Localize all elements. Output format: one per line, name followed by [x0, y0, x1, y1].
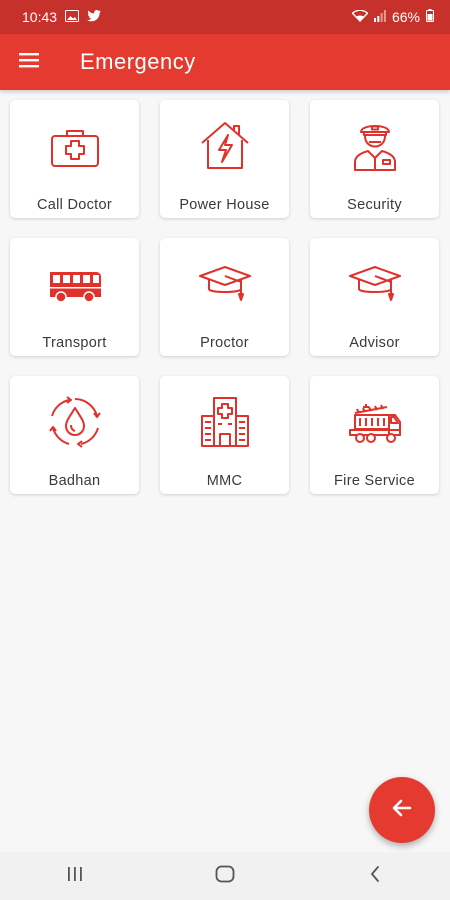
card-advisor[interactable]: Advisor	[310, 238, 439, 356]
page-title: Emergency	[80, 49, 196, 74]
card-label: Fire Service	[334, 473, 415, 489]
app-bar: Emergency	[0, 34, 450, 90]
power-house-icon	[160, 118, 289, 174]
card-transport[interactable]: Transport	[10, 238, 139, 356]
status-time: 10:43	[22, 9, 58, 25]
card-label: Call Doctor	[36, 197, 112, 213]
card-security[interactable]: Security	[310, 100, 439, 218]
emergency-grid: Call Doctor Power House Security Transpo…	[10, 100, 440, 494]
home-icon	[215, 865, 235, 888]
status-bar: 10:43 66%	[0, 0, 450, 34]
chevron-left-icon	[369, 865, 381, 888]
graduation-cap-icon	[310, 256, 439, 312]
arrow-left-icon	[391, 797, 413, 824]
hamburger-menu-icon	[19, 52, 41, 73]
card-label: MMC	[206, 473, 243, 489]
graduation-cap-icon	[160, 256, 289, 312]
menu-button[interactable]	[0, 34, 60, 90]
back-fab-button[interactable]	[369, 777, 435, 843]
twitter-icon	[87, 9, 102, 25]
first-aid-kit-icon	[10, 118, 139, 174]
card-label: Transport	[42, 335, 107, 351]
card-label: Security	[347, 197, 402, 213]
card-label: Proctor	[200, 335, 249, 351]
gallery-icon	[65, 9, 80, 25]
card-call-doctor[interactable]: Call Doctor	[10, 100, 139, 218]
card-proctor[interactable]: Proctor	[160, 238, 289, 356]
home-button[interactable]	[195, 852, 255, 900]
card-label: Advisor	[349, 335, 400, 351]
battery-icon	[426, 9, 434, 25]
system-nav-bar	[0, 852, 450, 900]
card-power-house[interactable]: Power House	[160, 100, 289, 218]
hospital-icon	[160, 394, 289, 450]
back-button[interactable]	[345, 852, 405, 900]
battery-percent: 66%	[391, 9, 420, 25]
card-fire-service[interactable]: Fire Service	[310, 376, 439, 494]
fire-truck-icon	[310, 394, 439, 450]
recent-apps-button[interactable]	[45, 852, 105, 900]
card-label: Badhan	[48, 473, 101, 489]
recent-apps-icon	[66, 866, 84, 887]
signal-icon	[373, 9, 386, 25]
card-mmc[interactable]: MMC	[160, 376, 289, 494]
card-label: Power House	[179, 197, 270, 213]
bus-icon	[10, 256, 139, 312]
security-guard-icon	[310, 118, 439, 174]
blood-drop-icon	[10, 394, 139, 450]
wifi-icon	[351, 9, 369, 25]
card-badhan[interactable]: Badhan	[10, 376, 139, 494]
